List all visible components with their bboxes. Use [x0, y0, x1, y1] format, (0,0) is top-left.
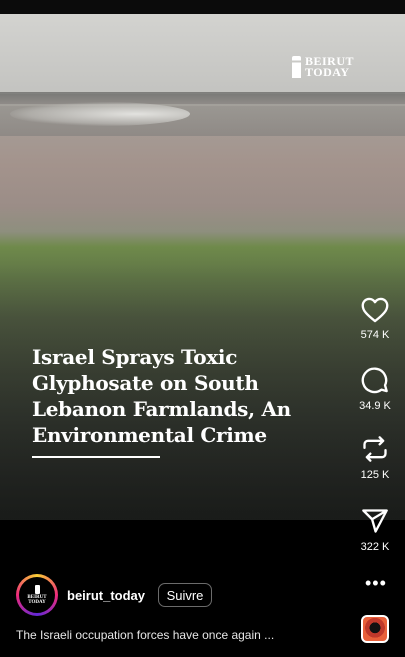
repost-count: 125 K [360, 469, 390, 481]
share-count: 322 K [360, 541, 390, 553]
brand-logo-line2: TODAY [305, 65, 350, 79]
heart-icon [361, 297, 389, 323]
lighthouse-icon [34, 585, 40, 594]
share-button[interactable]: 322 K [350, 507, 400, 553]
follow-button[interactable]: Suivre [158, 583, 212, 607]
headline-underline [32, 456, 160, 458]
repost-button[interactable]: 125 K [350, 435, 400, 481]
like-count: 574 K [360, 329, 390, 341]
brand-logo-text: BEIRUT TODAY [305, 55, 354, 79]
video-headline: Israel Sprays Toxic Glyphosate on South … [32, 344, 332, 448]
like-button[interactable]: 574 K [350, 297, 400, 341]
username[interactable]: beirut_today [67, 588, 145, 603]
avatar-text-line2: TODAY [28, 600, 46, 605]
video-spray-plume [10, 102, 190, 126]
status-bar [0, 0, 405, 14]
comment-count: 34.9 K [359, 400, 391, 412]
headline-line: Glyphosate on South [32, 371, 259, 395]
avatar[interactable]: BEIRUT TODAY [16, 574, 58, 616]
caption-text[interactable]: The Israeli occupation forces have once … [16, 628, 274, 642]
headline-line: Environmental Crime [32, 423, 267, 447]
headline-line: Israel Sprays Toxic [32, 345, 238, 369]
comment-button[interactable]: 34.9 K [350, 366, 400, 412]
headline-line: Lebanon Farmlands, An [32, 397, 291, 421]
send-icon [362, 509, 388, 533]
more-icon[interactable]: ••• [365, 574, 387, 592]
lighthouse-icon [292, 56, 301, 78]
audio-track-icon[interactable] [361, 615, 389, 643]
avatar-image: BEIRUT TODAY [19, 577, 55, 613]
brand-logo: BEIRUT TODAY [292, 55, 354, 79]
repost-icon [363, 436, 387, 462]
comment-icon [361, 367, 388, 394]
avatar-text: BEIRUT TODAY [27, 595, 46, 605]
